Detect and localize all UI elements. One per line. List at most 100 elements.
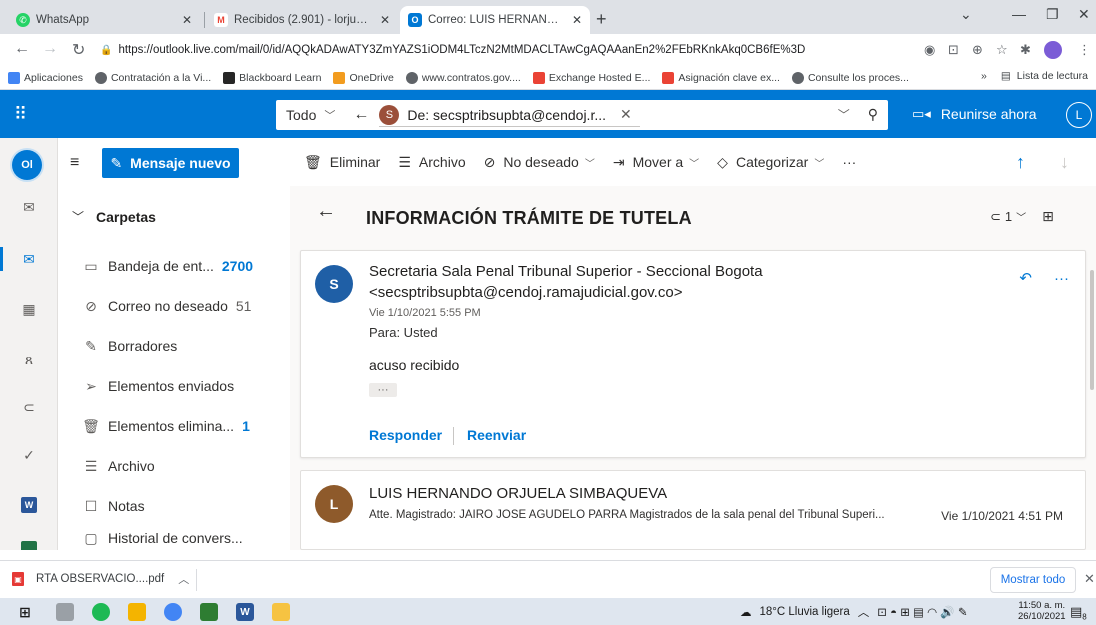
bookmark-item[interactable]: Contratación a la Vi... [94, 71, 211, 84]
categorize-button[interactable]: ◇ Categorizar ﹀ [717, 154, 824, 171]
back-arrow-icon[interactable]: ← [316, 200, 336, 223]
app-icon[interactable] [128, 603, 146, 621]
attachment-icon[interactable]: ⊂ [0, 392, 58, 422]
bookmark-item[interactable]: www.contratos.gov.... [405, 71, 521, 84]
back-icon[interactable]: ← [14, 40, 30, 58]
delete-button[interactable]: 🗑 Eliminar [304, 154, 380, 171]
clock[interactable]: 11:50 a. m. 26/10/2021 [1018, 600, 1066, 622]
reading-list-button[interactable]: Lista de lectura [1017, 70, 1088, 82]
bookmark-item[interactable]: Blackboard Learn [223, 71, 321, 84]
close-icon[interactable]: ✕ [380, 13, 390, 27]
zoom-icon[interactable]: ⊕ [972, 42, 983, 58]
window-close-icon[interactable]: ✕ [1078, 6, 1090, 23]
clear-filter-icon[interactable]: ✕ [620, 106, 632, 123]
bookmark-item[interactable]: OneDrive [333, 71, 394, 84]
drafts-rail-icon[interactable]: ✉ [0, 192, 58, 222]
folder-junk[interactable]: ⊘ Correo no deseado 51 [82, 286, 282, 326]
more-bookmarks-button[interactable]: » [981, 70, 987, 82]
bookmark-item[interactable]: Exchange Hosted E... [532, 71, 650, 84]
attachment-indicator[interactable]: ⊂ 1 ﹀ ⊞ [990, 208, 1058, 225]
folder-deleted[interactable]: 🗑 Elementos elimina... 1 [82, 406, 282, 446]
people-icon[interactable]: ጸ [0, 344, 58, 374]
globe-icon [405, 71, 418, 84]
chrome-icon[interactable] [164, 603, 182, 621]
spotify-icon[interactable] [92, 603, 110, 621]
windows-start-icon[interactable]: ⊞ [16, 603, 34, 621]
tab-gmail[interactable]: M Recibidos (2.901) - lorjuelas@gm ✕ [206, 6, 398, 34]
chevron-up-icon[interactable]: ︿ [178, 571, 189, 587]
install-app-icon[interactable]: ⊡ [948, 42, 959, 58]
minimize-icon[interactable]: — [1012, 6, 1026, 22]
tab-search-icon[interactable]: ⌄ [960, 6, 972, 23]
arrow-down-icon[interactable]: ↓ [1060, 152, 1069, 173]
word-icon[interactable]: W [0, 490, 58, 520]
show-quoted-text-button[interactable]: ··· [369, 383, 397, 397]
back-arrow-icon[interactable]: ← [353, 106, 369, 124]
menu-icon[interactable]: ⋮ [1078, 42, 1091, 58]
search-icon[interactable]: ⚲ [868, 106, 878, 123]
bookmark-item[interactable]: Asignación clave ex... [662, 71, 780, 84]
tab-whatsapp[interactable]: ✆ WhatsApp ✕ [8, 6, 200, 34]
search-scope-dropdown[interactable]: Todo ﹀ [276, 107, 345, 123]
forward-button[interactable]: Reenviar [467, 427, 526, 443]
folder-inbox[interactable]: ▭ Bandeja de ent... 2700 [82, 246, 282, 286]
scrollbar[interactable] [1090, 270, 1094, 390]
folder-sent[interactable]: ➢ Elementos enviados [82, 366, 282, 406]
bookmark-item[interactable]: Consulte los proces... [791, 71, 909, 84]
arrow-up-icon[interactable]: ↑ [1016, 152, 1025, 173]
bookmark-star-icon[interactable]: ☆ [996, 42, 1008, 58]
download-item[interactable]: ▣ RTA OBSERVACIO....pdf ︿ [12, 571, 189, 587]
address-bar[interactable]: 🔒 https://outlook.live.com/mail/0/id/AQQ… [100, 38, 980, 62]
reply-icon[interactable]: ↶ [1019, 269, 1032, 287]
app-icon[interactable] [200, 603, 218, 621]
folder-label: Notas [108, 498, 145, 514]
restore-icon[interactable]: ❐ [1046, 6, 1059, 23]
folder-drafts[interactable]: ✎ Borradores [82, 326, 282, 366]
cast-icon[interactable]: ◉ [924, 42, 935, 58]
chevron-up-icon[interactable]: ︿ [858, 604, 870, 620]
folder-archive[interactable]: ☰ Archivo [82, 446, 282, 486]
expand-all-icon[interactable]: ⊞ [1042, 208, 1054, 225]
file-explorer-icon[interactable] [272, 603, 290, 621]
meet-now-button[interactable]: ▭◂ Reunirse ahora [912, 106, 1037, 122]
todo-icon[interactable]: ✓ [0, 440, 58, 470]
bookmark-apps[interactable]: Aplicaciones [8, 71, 83, 84]
excel-icon[interactable] [0, 536, 58, 550]
weather-text[interactable]: 18°C Lluvia ligera [760, 606, 850, 618]
close-icon[interactable]: ✕ [1084, 571, 1095, 587]
hamburger-menu-icon[interactable]: ≡ [70, 154, 79, 172]
notification-center[interactable]: ▤8 [1070, 604, 1087, 622]
mail-icon[interactable]: ✉ [0, 244, 58, 274]
move-to-button[interactable]: ⇥ Mover a ﹀ [613, 154, 699, 171]
new-tab-button[interactable]: + [596, 9, 607, 30]
tab-outlook[interactable]: O Correo: LUIS HERNANDO ORJUE ✕ [400, 6, 590, 34]
message-card-collapsed[interactable]: L LUIS HERNANDO ORJUELA SIMBAQUEVA Atte.… [300, 470, 1086, 550]
folder-notes[interactable]: ☐ Notas [82, 486, 282, 526]
search-box[interactable]: Todo ﹀ ← S De: secsptribsupbta@cendoj.r.… [276, 100, 888, 130]
close-icon[interactable]: ✕ [572, 13, 582, 27]
app-launcher-icon[interactable]: ⠿ [14, 104, 27, 125]
file-icon[interactable] [56, 603, 74, 621]
close-icon[interactable]: ✕ [182, 13, 192, 27]
profile-avatar[interactable] [1044, 41, 1062, 59]
chevron-down-icon[interactable]: ﹀ [838, 106, 850, 123]
more-commands-button[interactable]: ··· [842, 154, 856, 170]
calendar-icon[interactable]: ▦ [0, 294, 58, 324]
extensions-icon[interactable]: ✱ [1020, 42, 1031, 58]
reply-button[interactable]: Responder [369, 427, 442, 443]
outlook-logo-icon[interactable]: Ol [12, 150, 42, 180]
show-all-button[interactable]: Mostrar todo [990, 567, 1076, 593]
folders-header[interactable]: ﹀ Carpetas [72, 208, 156, 225]
new-message-button[interactable]: ✎ Mensaje nuevo [102, 148, 239, 178]
archive-button[interactable]: ☰ Archivo [398, 154, 465, 171]
word-icon[interactable]: W [236, 603, 254, 621]
folder-conversation-history[interactable]: ▢ Historial de convers... [82, 526, 282, 550]
forward-icon[interactable]: → [42, 40, 58, 58]
junk-button[interactable]: ⊘ No deseado ﹀ [484, 154, 595, 171]
reload-icon[interactable]: ↻ [72, 40, 85, 60]
tray-icons[interactable]: ⊡ ◓ ⊞ ▤ ◠ 🔊 ✎ [877, 605, 967, 619]
search-filter-chip[interactable]: S De: secsptribsupbta@cendoj.r... ✕ [379, 103, 640, 127]
account-avatar[interactable]: L [1066, 102, 1092, 128]
archive-icon: ☰ [398, 153, 411, 170]
more-actions-icon[interactable]: ··· [1054, 270, 1069, 287]
